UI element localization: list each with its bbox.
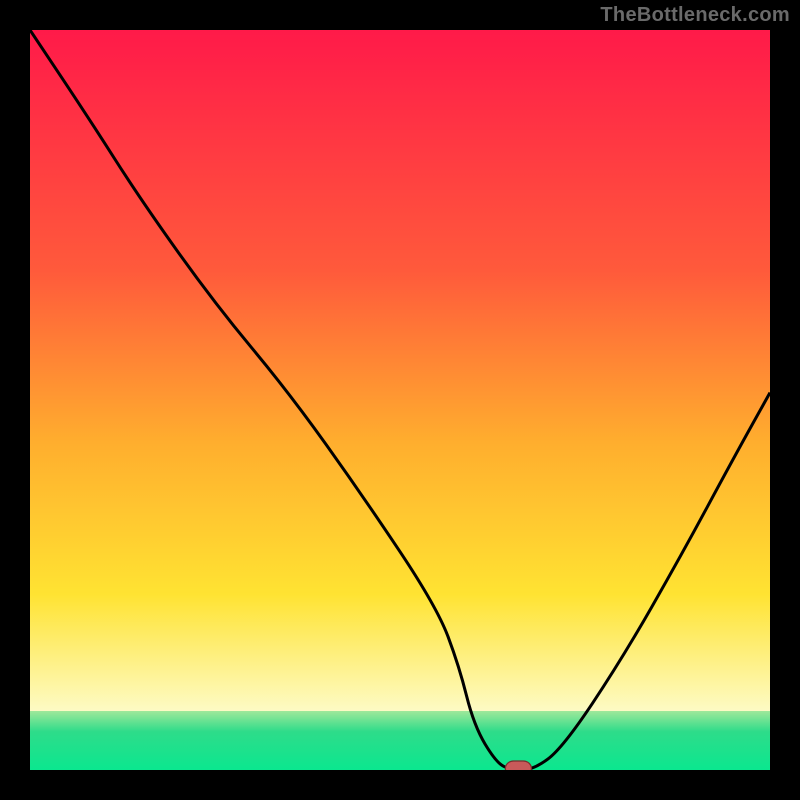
plot-area <box>30 30 770 770</box>
curve-layer <box>30 30 770 770</box>
chart-frame: TheBottleneck.com <box>0 0 800 800</box>
watermark-text: TheBottleneck.com <box>600 4 790 27</box>
bottleneck-curve-path <box>30 30 770 770</box>
optimum-marker <box>505 761 531 770</box>
